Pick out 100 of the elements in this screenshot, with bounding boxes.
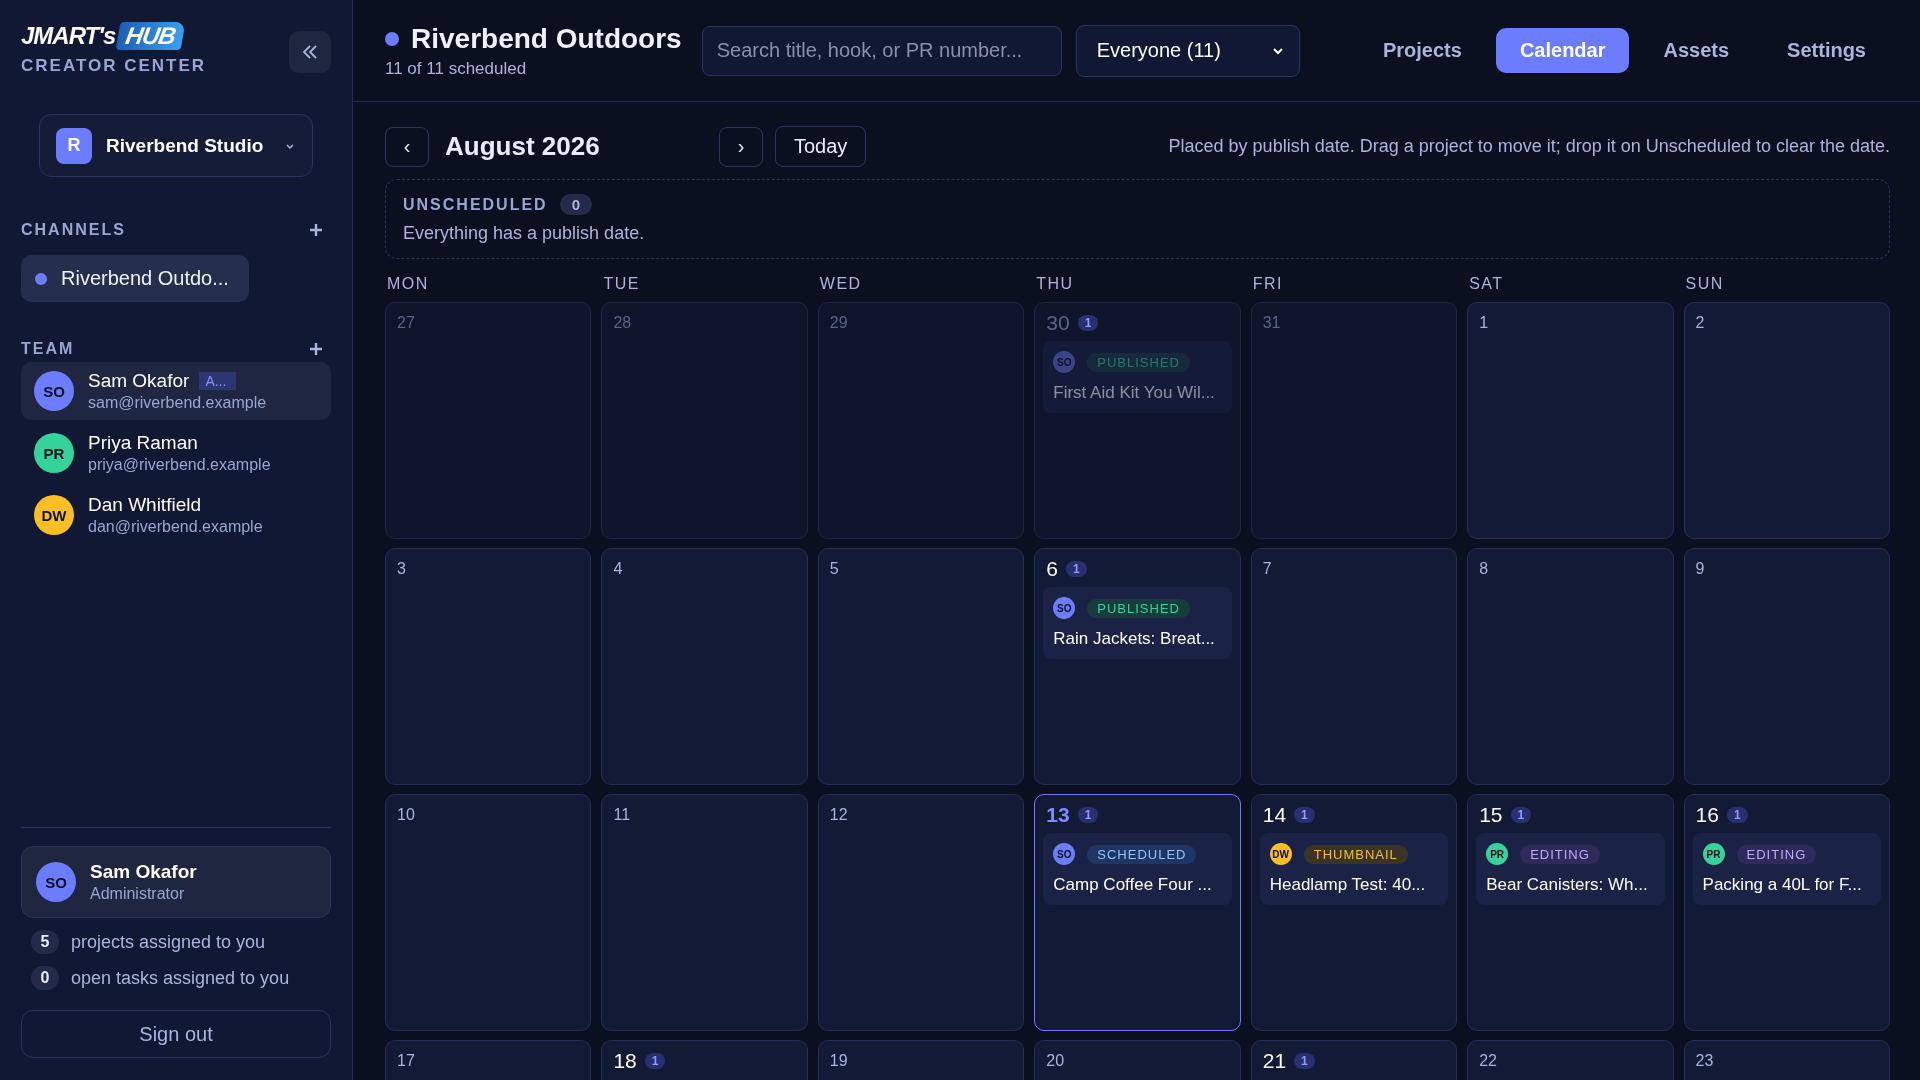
weekday-label: THU — [1035, 275, 1075, 293]
project-card[interactable]: SO PUBLISHED Rain Jackets: Breat... — [1043, 587, 1232, 659]
project-card[interactable]: SO SCHEDULED Camp Coffee Four ... — [1043, 833, 1232, 905]
status-tag: THUMBNAIL — [1303, 844, 1408, 864]
logo: JMART's HUB — [21, 22, 207, 50]
project-card[interactable]: DW THUMBNAIL Headlamp Test: 40... — [1259, 833, 1449, 905]
workspace-switcher[interactable]: R Riverbend Studio — [39, 114, 313, 177]
day-number: 28 — [613, 314, 632, 332]
unscheduled-label: UNSCHEDULED — [403, 195, 548, 214]
day-cell[interactable]: 19 — [817, 1040, 1025, 1080]
count-badge: 1 — [1294, 807, 1315, 823]
day-cell[interactable]: 18 1 — [601, 1040, 808, 1080]
count-badge: 1 — [1065, 561, 1087, 577]
collapse-button[interactable] — [289, 31, 331, 73]
day-cell[interactable]: 10 — [385, 794, 592, 1031]
day-number: 20 — [1046, 1052, 1065, 1070]
search-field[interactable]: Search title, hook, or PR number... — [701, 25, 1062, 76]
day-number: 23 — [1695, 1052, 1714, 1070]
day-cell[interactable]: 20 — [1034, 1040, 1241, 1080]
team-member[interactable]: DW Dan Whitfield dan@riverbend.example — [21, 486, 331, 544]
day-number: 14 — [1262, 803, 1287, 827]
plus-icon[interactable] — [309, 342, 323, 356]
weekday-label: FRI — [1251, 275, 1284, 293]
project-card[interactable]: SO PUBLISHED First Aid Kit You Wil... — [1043, 341, 1232, 413]
day-number: 17 — [397, 1052, 415, 1070]
calendar-hint: Placed by publish date. Drag a project to move it; drop it on Unscheduled to clear the date. — [1168, 136, 1890, 157]
nav-tab[interactable]: Projects — [1358, 28, 1486, 73]
count-badge: 1 — [644, 1053, 666, 1069]
day-cell[interactable]: 30 1 SO PUBLISHED First Aid Kit You Wil... — [1034, 302, 1241, 539]
day-cell[interactable]: 3 — [385, 548, 592, 785]
project-title: Packing a 40L for F... — [1702, 875, 1863, 895]
day-number: 6 — [1046, 557, 1058, 581]
weekday-label: MON — [386, 275, 430, 293]
count-badge: 1 — [1294, 1053, 1315, 1069]
day-cell[interactable]: 15 1 PR EDITING Bear Canisters: Wh... — [1467, 794, 1674, 1031]
day-cell[interactable]: 2 — [1683, 302, 1890, 539]
day-cell[interactable]: 1 — [1467, 302, 1674, 539]
status-tag: PUBLISHED — [1087, 352, 1190, 372]
day-cell[interactable]: 13 1 SO SCHEDULED Camp Coffee Four ... — [1034, 794, 1241, 1031]
count-badge: 0 — [559, 194, 592, 215]
day-cell[interactable]: 8 — [1467, 548, 1674, 785]
assignee-dropdown[interactable]: Everyone (11) — [1075, 24, 1300, 77]
next-month-button[interactable]: › — [719, 126, 763, 167]
avatar: PR — [1486, 843, 1509, 865]
day-number: 5 — [829, 560, 839, 578]
channel-title: Riverbend Outdoors — [411, 22, 682, 55]
day-number: 29 — [829, 314, 848, 332]
project-title: Headlamp Test: 40... — [1269, 875, 1427, 895]
day-cell[interactable]: 7 — [1250, 548, 1458, 785]
count-badge: 1 — [1077, 315, 1099, 331]
weekday-label: SUN — [1684, 275, 1725, 293]
count-badge: 5 — [31, 930, 59, 954]
day-number: 1 — [1479, 314, 1489, 332]
day-number: 4 — [613, 560, 623, 578]
avatar: DW — [1269, 843, 1292, 865]
day-cell[interactable]: 22 — [1467, 1040, 1674, 1080]
project-card[interactable]: PR EDITING Bear Canisters: Wh... — [1476, 833, 1665, 905]
count-badge: 1 — [1726, 807, 1748, 823]
day-cell[interactable]: 11 — [601, 794, 808, 1031]
member-name: Dan Whitfield — [88, 494, 201, 516]
project-title: First Aid Kit You Wil... — [1053, 383, 1216, 403]
count-badge: 1 — [1077, 807, 1099, 823]
status-tag: PUBLISHED — [1087, 598, 1190, 618]
day-cell[interactable]: 21 1 — [1250, 1040, 1458, 1080]
day-number: 9 — [1695, 560, 1705, 578]
day-cell[interactable]: 16 1 PR EDITING Packing a 40L for F... — [1683, 794, 1890, 1031]
team-member[interactable]: SO Sam Okafor A... sam@riverbend.example — [21, 362, 331, 420]
day-cell[interactable]: 9 — [1683, 548, 1890, 785]
profile-role: Administrator — [90, 885, 186, 903]
nav-tab[interactable]: Calendar — [1495, 28, 1630, 73]
avatar: PR — [1702, 843, 1725, 865]
sign-out-button[interactable]: Sign out — [21, 1010, 331, 1058]
role-tag: A... — [199, 372, 237, 390]
nav-tab[interactable]: Assets — [1639, 28, 1754, 73]
day-cell[interactable]: 17 — [385, 1040, 592, 1080]
day-cell[interactable]: 12 — [817, 794, 1025, 1031]
weekday-label: WED — [818, 275, 863, 293]
day-cell[interactable]: 6 1 SO PUBLISHED Rain Jackets: Breat... — [1034, 548, 1241, 785]
team-member[interactable]: PR Priya Raman priya@riverbend.example — [21, 424, 331, 482]
stat-label: open tasks assigned to you — [71, 967, 290, 989]
day-cell[interactable]: 4 — [601, 548, 808, 785]
member-email: priya@riverbend.example — [88, 456, 271, 474]
day-number: 19 — [829, 1052, 848, 1070]
day-number: 31 — [1262, 314, 1281, 332]
channel-item[interactable]: Riverbend Outdo... — [21, 255, 249, 302]
today-button[interactable]: Today — [775, 126, 867, 167]
previous-month-button[interactable]: ‹ — [385, 126, 429, 167]
avatar: DW — [34, 495, 74, 535]
day-number: 11 — [613, 806, 631, 824]
day-number: 13 — [1046, 803, 1070, 827]
member-email: sam@riverbend.example — [88, 394, 267, 412]
nav-tab[interactable]: Settings — [1763, 28, 1890, 73]
plus-icon[interactable] — [309, 223, 323, 237]
count-badge: 1 — [1510, 807, 1532, 823]
day-cell[interactable]: 23 — [1683, 1040, 1890, 1080]
day-cell[interactable]: 14 1 DW THUMBNAIL Headlamp Test: 40... — [1250, 794, 1458, 1031]
project-card[interactable]: PR EDITING Packing a 40L for F... — [1692, 833, 1881, 905]
avatar: SO — [1053, 351, 1076, 373]
day-cell[interactable]: 5 — [817, 548, 1025, 785]
weekday-label: SAT — [1468, 275, 1505, 293]
